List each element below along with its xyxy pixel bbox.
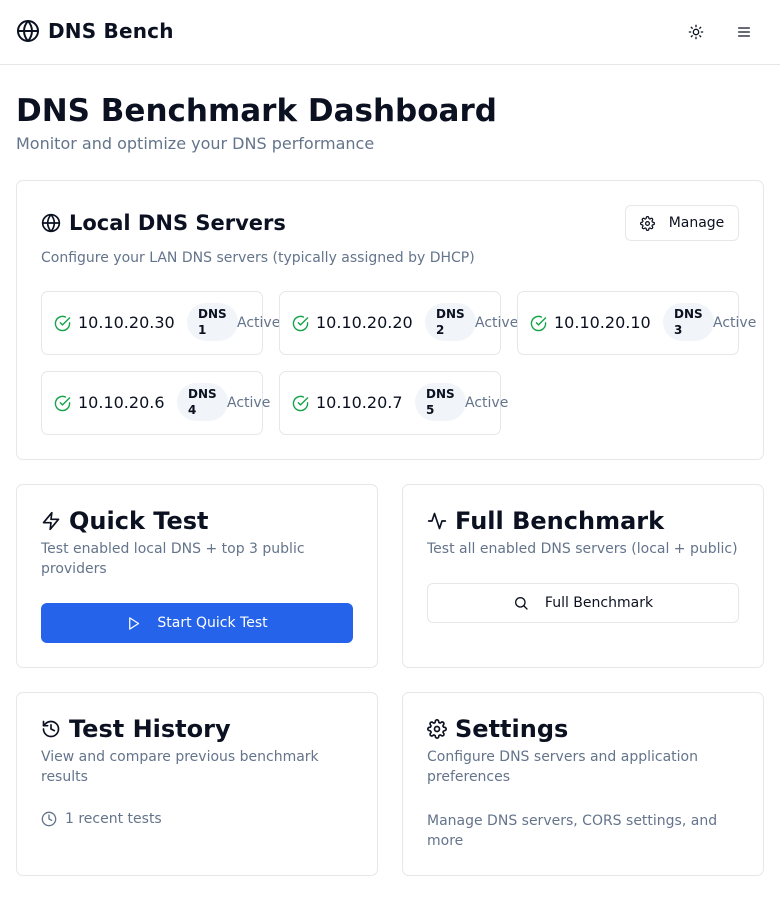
full-benchmark-title-text: Full Benchmark bbox=[455, 507, 665, 535]
check-circle-icon bbox=[530, 315, 547, 332]
local-dns-description: Configure your LAN DNS servers (typicall… bbox=[41, 250, 475, 266]
check-circle-icon bbox=[292, 395, 309, 412]
manage-button[interactable]: Manage bbox=[625, 205, 739, 241]
search-icon bbox=[514, 597, 528, 610]
server-ip: 10.10.20.10 bbox=[554, 313, 651, 332]
server-badge-label: DNS bbox=[436, 307, 465, 321]
server-badge-label: DNS bbox=[674, 307, 703, 321]
server-status: Active bbox=[227, 395, 271, 411]
server-ip: 10.10.20.30 bbox=[78, 313, 175, 332]
sun-icon bbox=[688, 24, 704, 40]
history-icon bbox=[42, 720, 60, 738]
settings-description: Configure DNS servers and application pr… bbox=[427, 749, 698, 785]
menu-button[interactable] bbox=[730, 18, 758, 46]
check-circle-icon bbox=[54, 315, 71, 332]
settings-card[interactable]: Settings Configure DNS servers and appli… bbox=[402, 692, 764, 876]
server-ip: 10.10.20.6 bbox=[78, 393, 165, 412]
server-badge: DNS 1 bbox=[187, 303, 238, 341]
brand[interactable]: DNS Bench bbox=[16, 19, 174, 43]
app-name: DNS Bench bbox=[48, 19, 174, 43]
gear-icon bbox=[639, 215, 655, 231]
server-status: Active bbox=[237, 315, 281, 331]
local-dns-title-text: Local DNS Servers bbox=[69, 211, 286, 235]
test-history-description: View and compare previous benchmark resu… bbox=[41, 749, 319, 785]
menu-icon bbox=[738, 27, 750, 37]
test-history-title-text: Test History bbox=[69, 715, 231, 743]
start-quick-test-button[interactable]: Start Quick Test bbox=[41, 603, 353, 643]
server-badge-number: 4 bbox=[188, 403, 197, 417]
dns-server-item[interactable]: 10.10.20.6 DNS 4 Active bbox=[41, 371, 270, 435]
globe-icon bbox=[41, 213, 61, 233]
server-badge-number: 1 bbox=[198, 323, 207, 337]
local-dns-title: Local DNS Servers bbox=[41, 211, 286, 235]
gear-icon bbox=[427, 719, 447, 739]
server-status: Active bbox=[475, 315, 519, 331]
quick-test-card: Quick Test Test enabled local DNS + top … bbox=[16, 484, 378, 668]
server-badge-number: 5 bbox=[426, 403, 435, 417]
dns-server-item[interactable]: 10.10.20.30 DNS 1 Active bbox=[41, 291, 280, 355]
check-circle-icon bbox=[292, 315, 309, 332]
quick-test-description: Test enabled local DNS + top 3 public pr… bbox=[41, 541, 305, 577]
settings-meta: Manage DNS servers, CORS settings, and m… bbox=[427, 813, 718, 849]
full-benchmark-button-label: Full Benchmark bbox=[544, 595, 654, 611]
dns-server-item[interactable]: 10.10.20.7 DNS 5 Active bbox=[279, 371, 508, 435]
settings-title-text: Settings bbox=[455, 715, 569, 743]
recent-tests-count: 1 recent tests bbox=[41, 811, 162, 827]
settings-title: Settings bbox=[427, 715, 568, 743]
server-badge-label: DNS bbox=[188, 387, 217, 401]
server-badge-label: DNS bbox=[198, 307, 227, 321]
local-dns-card: Local DNS Servers Manage Configure your … bbox=[16, 180, 764, 460]
quick-test-title-text: Quick Test bbox=[69, 507, 209, 535]
play-icon bbox=[129, 616, 140, 630]
page-subtitle: Monitor and optimize your DNS performanc… bbox=[16, 134, 375, 153]
page-title: DNS Benchmark Dashboard bbox=[16, 93, 497, 129]
globe-icon bbox=[17, 20, 39, 42]
server-ip: 10.10.20.20 bbox=[316, 313, 413, 332]
recent-tests-text: 1 recent tests bbox=[65, 811, 162, 827]
dns-server-item[interactable]: 10.10.20.20 DNS 2 Active bbox=[279, 291, 518, 355]
test-history-card[interactable]: Test History View and compare previous b… bbox=[16, 692, 378, 876]
full-benchmark-title: Full Benchmark bbox=[427, 507, 664, 535]
server-badge: DNS 5 bbox=[415, 383, 466, 421]
server-badge: DNS 3 bbox=[663, 303, 714, 341]
server-status: Active bbox=[465, 395, 509, 411]
zap-icon bbox=[42, 511, 60, 531]
clock-icon bbox=[41, 811, 57, 827]
server-badge: DNS 2 bbox=[425, 303, 476, 341]
dns-server-item[interactable]: 10.10.20.10 DNS 3 Active bbox=[517, 291, 756, 355]
quick-test-title: Quick Test bbox=[41, 507, 208, 535]
check-circle-icon bbox=[54, 395, 71, 412]
server-badge-number: 2 bbox=[436, 323, 445, 337]
server-badge: DNS 4 bbox=[177, 383, 228, 421]
top-bar: DNS Bench bbox=[0, 0, 780, 65]
full-benchmark-card: Full Benchmark Test all enabled DNS serv… bbox=[402, 484, 764, 668]
full-benchmark-button[interactable]: Full Benchmark bbox=[427, 583, 739, 623]
manage-button-label: Manage bbox=[668, 215, 725, 231]
server-badge-number: 3 bbox=[674, 323, 683, 337]
server-status: Active bbox=[713, 315, 757, 331]
test-history-title: Test History bbox=[41, 715, 231, 743]
full-benchmark-description: Test all enabled DNS servers (local + pu… bbox=[427, 541, 738, 557]
theme-toggle-button[interactable] bbox=[682, 18, 710, 46]
activity-icon bbox=[427, 512, 447, 530]
server-ip: 10.10.20.7 bbox=[316, 393, 403, 412]
server-badge-label: DNS bbox=[426, 387, 455, 401]
start-quick-test-label: Start Quick Test bbox=[157, 615, 268, 631]
